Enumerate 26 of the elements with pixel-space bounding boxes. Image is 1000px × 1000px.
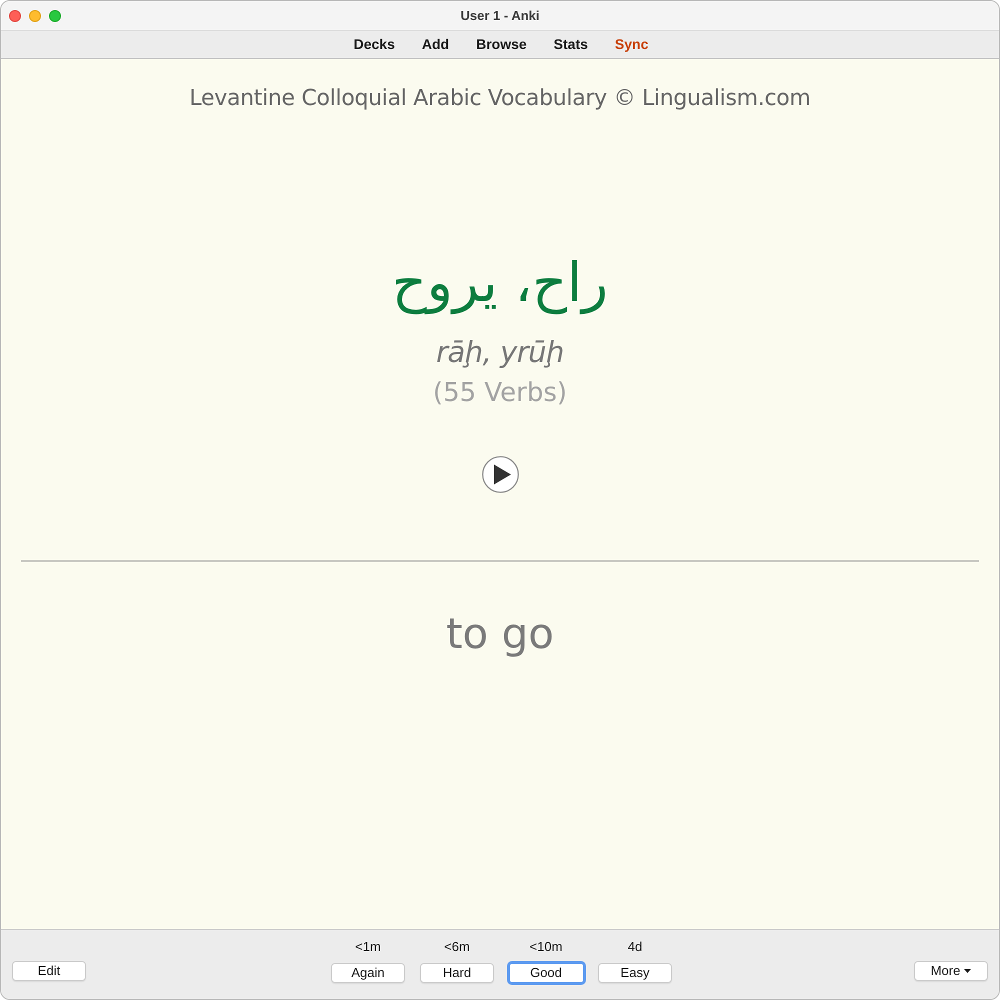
close-icon[interactable] xyxy=(9,10,21,22)
minimize-icon[interactable] xyxy=(29,10,41,22)
toolbar-link[interactable]: Decks xyxy=(354,34,395,55)
answer-text: to go xyxy=(446,608,554,660)
caret-icon xyxy=(964,969,972,973)
interval-label: <10m xyxy=(530,938,562,955)
more-button[interactable]: More xyxy=(914,961,988,981)
window-title: User 1 - Anki xyxy=(460,6,540,25)
arabic-word: راح، يروح xyxy=(392,250,608,316)
transliteration: rāḩ, yrūḩ xyxy=(436,335,564,369)
toolbar-link[interactable]: Sync xyxy=(614,34,648,55)
answer-button[interactable]: Again xyxy=(331,963,405,983)
interval-label: <6m xyxy=(444,938,470,955)
answer-button[interactable]: Easy xyxy=(598,963,672,983)
play-icon[interactable] xyxy=(482,456,518,493)
deck-header: Levantine Colloquial Arabic Vocabulary © Lingualism.com xyxy=(189,85,811,113)
toolbar-link[interactable]: Add xyxy=(422,34,450,55)
interval-label: <1m xyxy=(355,938,381,955)
category-label: (55 Verbs) xyxy=(432,377,568,409)
answer-button[interactable]: Good xyxy=(506,961,586,985)
edit-button[interactable]: Edit xyxy=(12,961,86,981)
answer-button[interactable]: Hard xyxy=(420,963,494,983)
zoom-icon[interactable] xyxy=(49,10,61,22)
toolbar-link[interactable]: Stats xyxy=(554,34,588,55)
toolbar-link[interactable]: Browse xyxy=(476,34,527,55)
interval-label: 4d xyxy=(628,938,642,955)
